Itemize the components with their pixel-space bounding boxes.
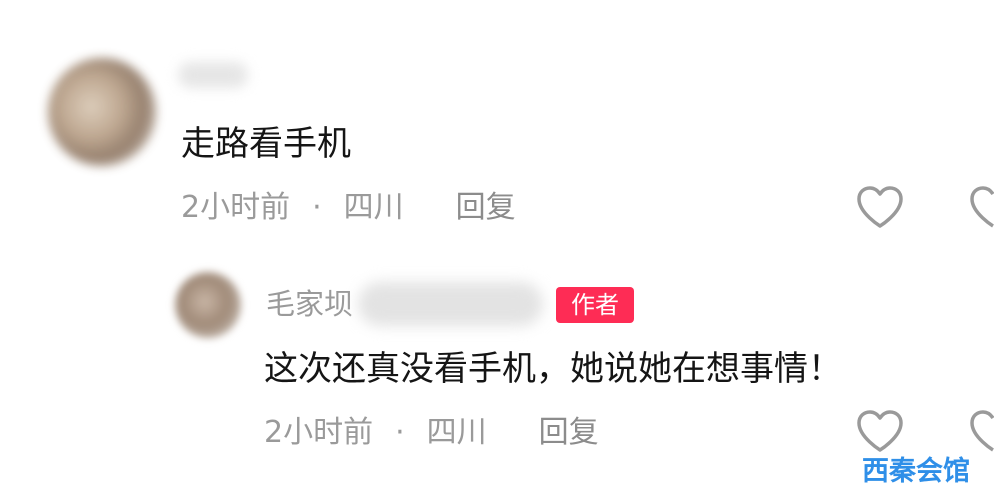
watermark-logo: 西秦会馆 <box>862 456 970 487</box>
reply-author-name-redacted <box>358 282 543 326</box>
comment-meta: 2小时前 · 四川 回复 <box>181 188 516 228</box>
reply-like-heart-icon[interactable] <box>855 408 905 458</box>
reply-author-name[interactable]: 毛家坝 <box>266 284 353 324</box>
reply-author-avatar[interactable] <box>175 272 241 338</box>
partial-heart-icon[interactable] <box>968 184 994 234</box>
comment-text: 走路看手机 <box>181 124 351 164</box>
partial-heart-icon[interactable] <box>968 408 994 458</box>
reply-location: 四川 <box>426 415 487 450</box>
comment-like-heart-icon[interactable] <box>855 184 905 234</box>
commenter-avatar[interactable] <box>48 58 156 166</box>
reply-reply-button[interactable]: 回复 <box>539 413 599 453</box>
comment-reply-button[interactable]: 回复 <box>456 188 516 228</box>
comment-time: 2小时前 <box>181 190 291 225</box>
reply-meta: 2小时前 · 四川 回复 <box>264 413 599 453</box>
comment-location: 四川 <box>343 190 404 225</box>
reply-text: 这次还真没看手机，她说她在想事情！ <box>264 349 842 389</box>
comment-meta-separator: · <box>312 190 322 225</box>
commenter-name-redacted <box>178 62 248 88</box>
reply-time: 2小时前 <box>264 415 374 450</box>
reply-meta-separator: · <box>395 415 405 450</box>
author-badge: 作者 <box>556 287 634 323</box>
